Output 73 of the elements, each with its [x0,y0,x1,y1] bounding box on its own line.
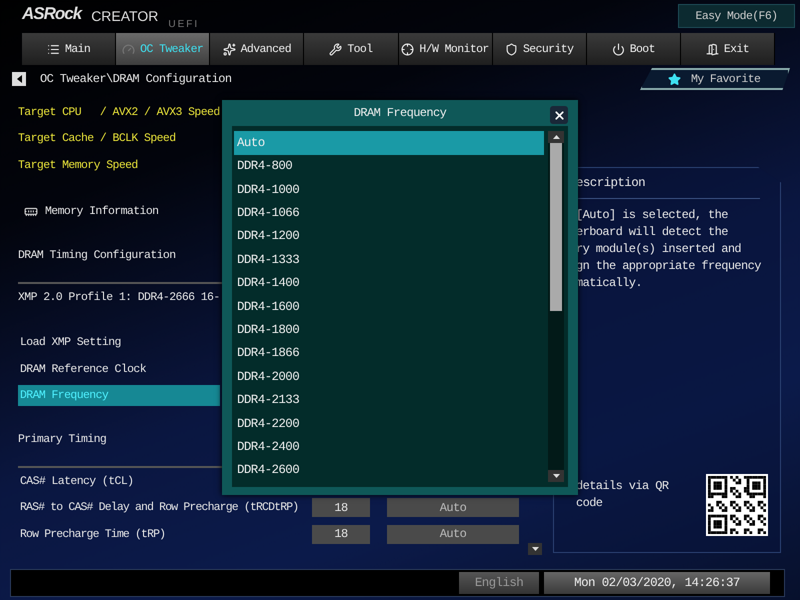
value-field[interactable]: 18 [312,498,370,518]
power-icon [612,42,625,56]
menu-tab[interactable]: Security [492,33,587,65]
menu-tab[interactable]: Advanced [210,33,304,65]
down-triangle-icon [532,547,538,551]
frequency-option[interactable]: DDR4-1400 [234,271,544,295]
shield-icon [504,42,518,56]
product-name: CREATOR [91,8,158,24]
description-text: erboard will detect the [576,224,729,241]
scroll-down-button[interactable] [528,543,542,555]
frequency-option[interactable]: DDR4-800 [234,154,544,178]
setting-value-field[interactable]: Auto [387,498,519,518]
menu-tab[interactable]: Boot [586,33,681,65]
frequency-option[interactable]: DDR4-2000 [234,365,544,388]
my-favorite-button[interactable]: My Favorite [640,68,790,90]
wrench-icon [329,42,342,56]
sparkle-icon [222,42,236,56]
menu-tab[interactable]: OC Tweaker [116,33,210,65]
door-icon [706,42,719,56]
frequency-option[interactable]: DDR4-1333 [234,248,544,272]
close-button[interactable] [550,106,568,124]
profile-info: XMP 2.0 Profile 1: DDR4-2666 16- [18,290,220,304]
brand-logo: ASRock [22,4,82,24]
setting-item[interactable]: CAS# Latency (tCL) [18,470,220,492]
scroll-thumb[interactable] [550,143,562,312]
frequency-option[interactable]: DDR4-2600 [234,458,544,482]
menu-tab[interactable]: Tool [304,33,398,65]
back-button[interactable] [12,72,26,86]
star-icon [668,72,681,86]
list-icon [46,42,60,56]
edition-label: UEFI [168,19,200,30]
frequency-option[interactable]: DDR4-2400 [234,435,544,459]
breadcrumb-path: OC Tweaker\DRAM Configuration [40,72,232,86]
date-time: Mon 02/03/2020, 14:26:37 [544,572,770,594]
setting-value-field[interactable]: Auto [387,524,519,544]
target-speed-label[interactable]: Target CPU / AVX2 / AVX3 Speed [18,106,220,119]
gauge-icon [122,42,136,56]
qr-code [706,474,768,536]
setting-item[interactable]: DRAM Reference Clock [18,358,220,380]
target-speed-label[interactable]: Target Memory Speed [18,158,138,172]
target-speed-label[interactable]: Target Cache / BCLK Speed [18,132,176,146]
down-triangle-icon [552,474,560,478]
up-triangle-icon [552,135,560,140]
link-label: Memory Information [45,205,158,218]
frequency-option[interactable]: DDR4-1600 [234,294,544,318]
section-heading: DRAM Timing Configuration [18,248,176,262]
frequency-option[interactable]: DDR4-2200 [234,412,544,436]
scroll-up-button[interactable] [548,131,564,144]
easy-mode-button[interactable]: Easy Mode(F6) [678,4,795,28]
frequency-option[interactable]: DDR4-1066 [234,201,544,225]
dialog-title: DRAM Frequency [354,106,446,120]
frequency-option[interactable]: DDR4-2133 [234,388,544,412]
frequency-option[interactable]: DDR4-1200 [234,224,544,248]
crosshair-icon [401,42,414,56]
menu-tab[interactable]: Main [22,33,116,65]
menu-tab[interactable]: Exit [680,33,775,65]
setting-item[interactable]: Row Precharge Time (tRP) [18,524,312,545]
value-field[interactable]: 18 [312,524,370,544]
close-icon [552,108,566,122]
menu-tab[interactable]: H/W Monitor [398,33,493,65]
memory-info-link[interactable]: Memory Information [18,204,158,219]
scroll-down-button[interactable] [548,470,564,482]
frequency-option[interactable]: DDR4-1866 [234,342,544,366]
qr-note-text: details via QR [576,478,668,495]
setting-item[interactable]: RAS# to CAS# Delay and Row Precharge (tRCDtRP) [18,497,312,518]
description-text: matically. [576,275,644,292]
description-text: [Auto] is selected, the [576,207,729,224]
qr-note-text: code [576,495,604,512]
setting-item[interactable]: Load XMP Setting [18,332,220,354]
section-heading: Primary Timing [18,432,106,446]
frequency-option[interactable]: DDR4-1800 [234,318,544,342]
left-triangle-icon [16,75,22,83]
frequency-option[interactable]: DDR4-1000 [234,178,544,202]
